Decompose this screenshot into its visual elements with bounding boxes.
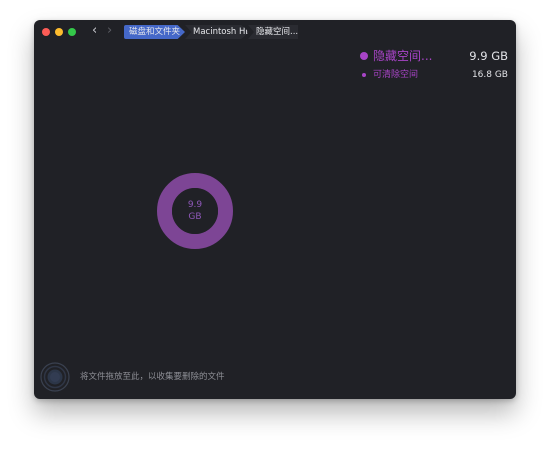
zoom-window-button[interactable] (68, 28, 76, 36)
legend-dot (360, 52, 368, 60)
legend-value: 9.9 GB (469, 49, 508, 63)
donut-unit: GB (188, 212, 202, 222)
chevron-left-icon[interactable]: ‹ (92, 24, 97, 38)
breadcrumb-hidden-space[interactable]: 隐藏空间... (248, 25, 298, 39)
app-window: ‹ › 磁盘和文件夹 Macintosh HD 隐藏空间... 隐藏空间... … (34, 20, 516, 399)
legend-label: 可清除空间 (373, 70, 419, 80)
space-donut[interactable]: 9.9 GB (156, 172, 234, 250)
donut-ring (157, 173, 233, 249)
drop-hint-text: 将文件拖放至此，以收集要删除的文件 (80, 372, 225, 382)
legend-label: 隐藏空间... (373, 49, 433, 63)
minimize-window-button[interactable] (55, 28, 63, 36)
chevron-right-icon[interactable]: › (107, 24, 112, 38)
legend-item-hidden-space[interactable]: 隐藏空间... 9.9 GB (360, 48, 508, 64)
drop-target-icon[interactable] (40, 362, 70, 392)
breadcrumb-macintosh-hd[interactable]: Macintosh HD (185, 25, 249, 39)
donut-value: 9.9 (187, 200, 203, 210)
legend-item-purgeable-space[interactable]: 可清除空间 16.8 GB (360, 69, 508, 81)
legend-dot (362, 73, 366, 77)
legend-value: 16.8 GB (471, 70, 508, 80)
breadcrumb-disks-folders[interactable]: 磁盘和文件夹 (124, 25, 185, 39)
title-bar: ‹ › 磁盘和文件夹 Macintosh HD 隐藏空间... (34, 20, 516, 44)
close-window-button[interactable] (42, 28, 50, 36)
